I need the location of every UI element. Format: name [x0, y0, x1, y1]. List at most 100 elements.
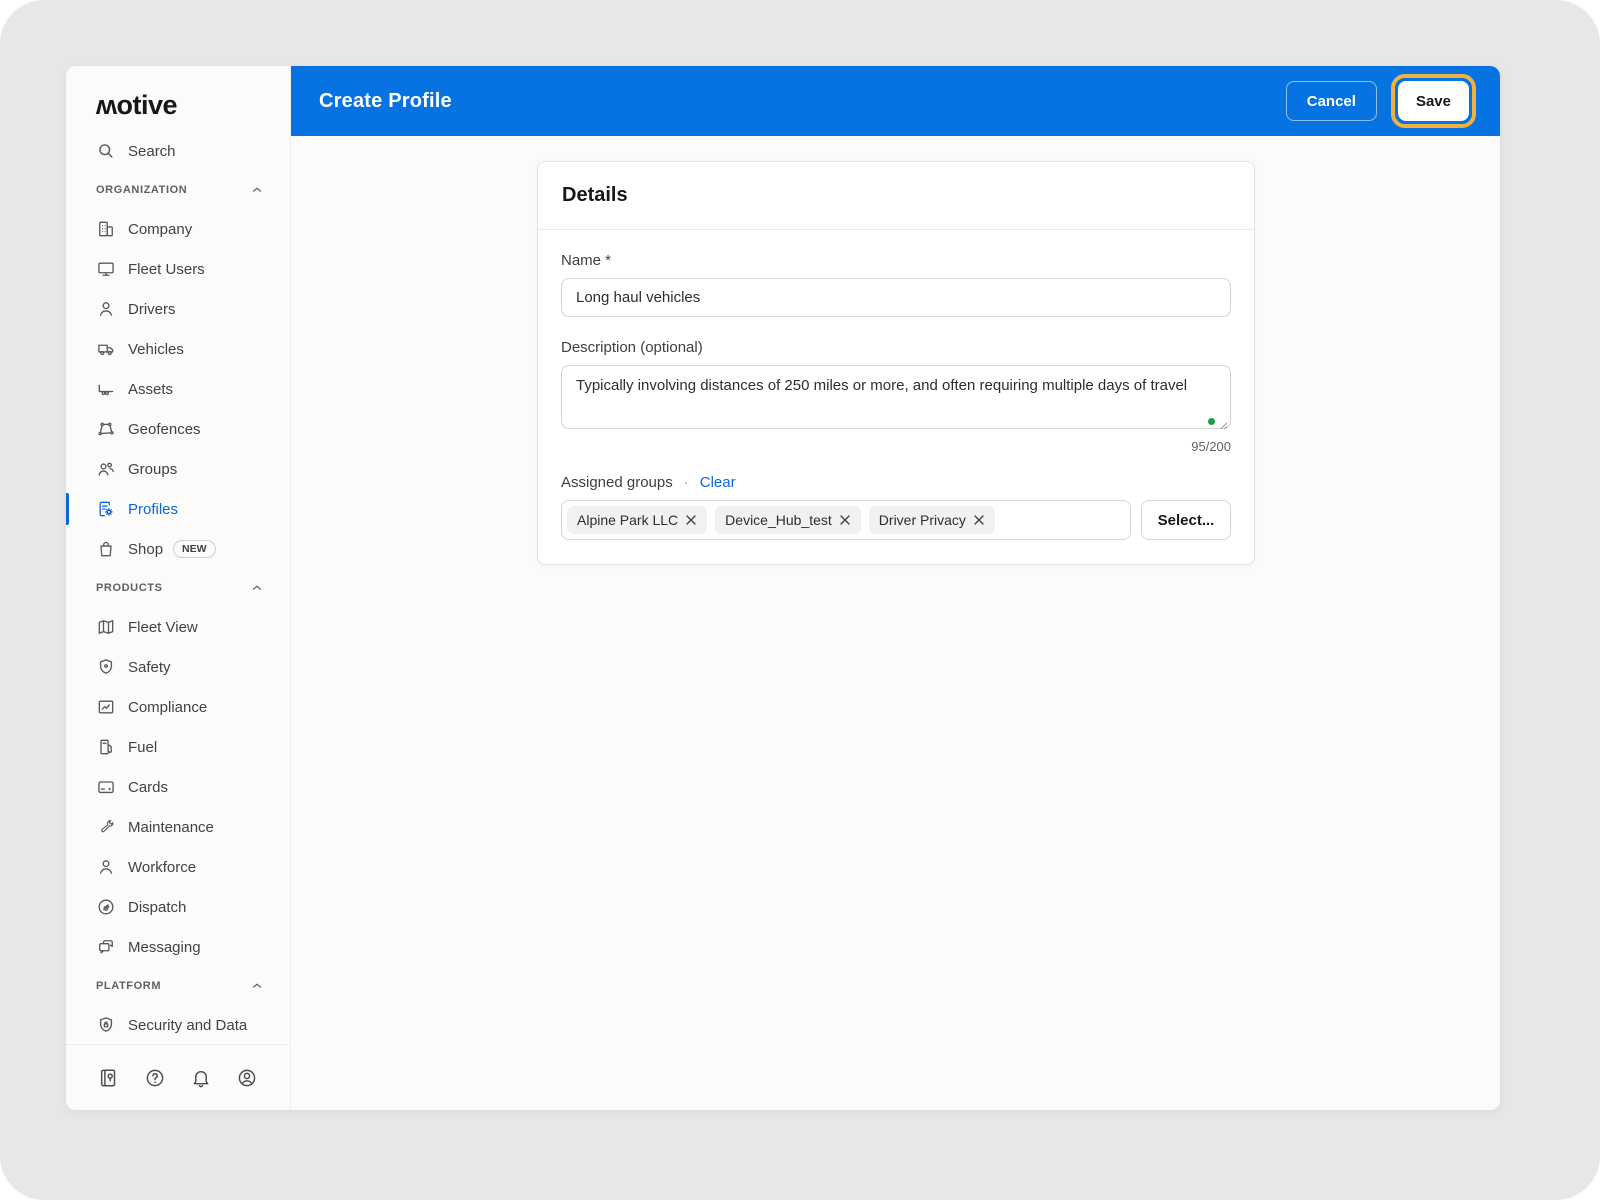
details-card-header: Details [538, 162, 1254, 230]
save-highlight-ring: Save [1391, 74, 1476, 128]
sidebar-item-shop[interactable]: Shop NEW [66, 529, 290, 569]
sidebar-item-dispatch[interactable]: Dispatch [66, 887, 290, 927]
sidebar-item-label: Assets [128, 381, 173, 398]
company-icon [96, 219, 116, 239]
sidebar-item-search[interactable]: Search [66, 131, 290, 171]
separator-dot: · [684, 474, 689, 491]
shield-icon [96, 657, 116, 677]
select-groups-button[interactable]: Select... [1141, 500, 1231, 540]
truck-icon [96, 339, 116, 359]
report-chart-icon [96, 697, 116, 717]
sidebar-item-label: Workforce [128, 859, 196, 876]
sidebar-item-safety[interactable]: Safety [66, 647, 290, 687]
assigned-groups-label: Assigned groups [561, 474, 673, 491]
sidebar-item-groups[interactable]: Groups [66, 449, 290, 489]
char-count-ok-indicator [1208, 418, 1215, 425]
sidebar-item-profiles[interactable]: Profiles [66, 489, 290, 529]
char-counter: 95/200 [561, 439, 1231, 454]
sidebar-item-compliance[interactable]: Compliance [66, 687, 290, 727]
page-title: Create Profile [319, 90, 452, 113]
help-icon[interactable] [144, 1067, 166, 1089]
sidebar-item-label: Dispatch [128, 899, 186, 916]
remove-chip-icon[interactable] [685, 514, 697, 526]
sidebar-item-fuel[interactable]: Fuel [66, 727, 290, 767]
sidebar-item-cards[interactable]: Cards [66, 767, 290, 807]
sidebar-item-workforce[interactable]: Workforce [66, 847, 290, 887]
group-chip: Driver Privacy [869, 506, 995, 534]
map-icon [96, 617, 116, 637]
shopping-bag-icon [96, 539, 116, 559]
page-header: Create Profile Cancel Save [291, 66, 1500, 136]
section-header-products[interactable]: PRODUCTS [66, 569, 290, 607]
details-card-body: Name * Description (optional) 95/200 Ass… [538, 230, 1254, 564]
cancel-button[interactable]: Cancel [1286, 81, 1377, 121]
description-textarea[interactable] [561, 365, 1231, 429]
name-input[interactable] [561, 278, 1231, 317]
save-button[interactable]: Save [1398, 81, 1469, 121]
sidebar-item-messaging[interactable]: Messaging [66, 927, 290, 967]
person-icon [96, 299, 116, 319]
resize-handle-icon[interactable] [1217, 419, 1228, 430]
sidebar-item-security-and-data[interactable]: Security and Data [66, 1005, 290, 1044]
sidebar-item-company[interactable]: Company [66, 209, 290, 249]
motive-logo: ʍotive [66, 66, 290, 131]
chip-label: Alpine Park LLC [577, 512, 678, 528]
group-chip: Device_Hub_test [715, 506, 861, 534]
description-label: Description (optional) [561, 339, 1231, 356]
trailer-icon [96, 379, 116, 399]
sidebar-item-maintenance[interactable]: Maintenance [66, 807, 290, 847]
card-title: Details [562, 184, 1230, 207]
group-chips-input[interactable]: Alpine Park LLC Device_Hub_test [561, 500, 1131, 540]
sidebar-item-fleet-view[interactable]: Fleet View [66, 607, 290, 647]
fuel-pump-icon [96, 737, 116, 757]
sidebar-item-label: Drivers [128, 301, 176, 318]
remove-chip-icon[interactable] [973, 514, 985, 526]
wrench-icon [96, 817, 116, 837]
app-window: ʍotive Search ORGANIZATION Company [66, 66, 1500, 1110]
remove-chip-icon[interactable] [839, 514, 851, 526]
shield-lock-icon [96, 1015, 116, 1035]
sidebar-item-label: Profiles [128, 501, 178, 518]
people-icon [96, 459, 116, 479]
clear-link[interactable]: Clear [700, 474, 736, 491]
sidebar-item-label: Fleet View [128, 619, 198, 636]
search-icon [96, 141, 116, 161]
sidebar-footer [66, 1044, 290, 1110]
messages-icon [96, 937, 116, 957]
header-actions: Cancel Save [1286, 74, 1476, 128]
assigned-groups-controls: Alpine Park LLC Device_Hub_test [561, 500, 1231, 540]
main-content: Details Name * Description (optional) 95… [291, 136, 1500, 1110]
name-label: Name * [561, 252, 1231, 269]
geofence-polygon-icon [96, 419, 116, 439]
sidebar-item-vehicles[interactable]: Vehicles [66, 329, 290, 369]
sidebar-item-label: Security and Data [128, 1017, 247, 1034]
chip-label: Driver Privacy [879, 512, 966, 528]
sidebar-item-label: Groups [128, 461, 177, 478]
sidebar-item-fleet-users[interactable]: Fleet Users [66, 249, 290, 289]
sidebar-item-geofences[interactable]: Geofences [66, 409, 290, 449]
credit-card-icon [96, 777, 116, 797]
logbook-icon[interactable] [98, 1067, 120, 1089]
sidebar-item-label: Search [128, 143, 176, 160]
sidebar-item-label: Shop [128, 541, 163, 558]
account-icon[interactable] [236, 1067, 258, 1089]
sidebar-item-label: Messaging [128, 939, 201, 956]
sidebar-item-label: Geofences [128, 421, 201, 438]
notifications-icon[interactable] [190, 1067, 212, 1089]
assigned-groups-row: Assigned groups · Clear [561, 474, 1231, 491]
sidebar-item-label: Fleet Users [128, 261, 205, 278]
sidebar-item-label: Compliance [128, 699, 207, 716]
profile-settings-icon [96, 499, 116, 519]
monitor-icon [96, 259, 116, 279]
chevron-up-icon [250, 979, 264, 993]
section-header-organization[interactable]: ORGANIZATION [66, 171, 290, 209]
sidebar-item-label: Fuel [128, 739, 157, 756]
chip-label: Device_Hub_test [725, 512, 832, 528]
sidebar-item-assets[interactable]: Assets [66, 369, 290, 409]
sidebar-item-label: Safety [128, 659, 171, 676]
section-header-platform[interactable]: PLATFORM [66, 967, 290, 1005]
sidebar-item-drivers[interactable]: Drivers [66, 289, 290, 329]
person-icon [96, 857, 116, 877]
chevron-up-icon [250, 581, 264, 595]
sidebar-item-label: Cards [128, 779, 168, 796]
